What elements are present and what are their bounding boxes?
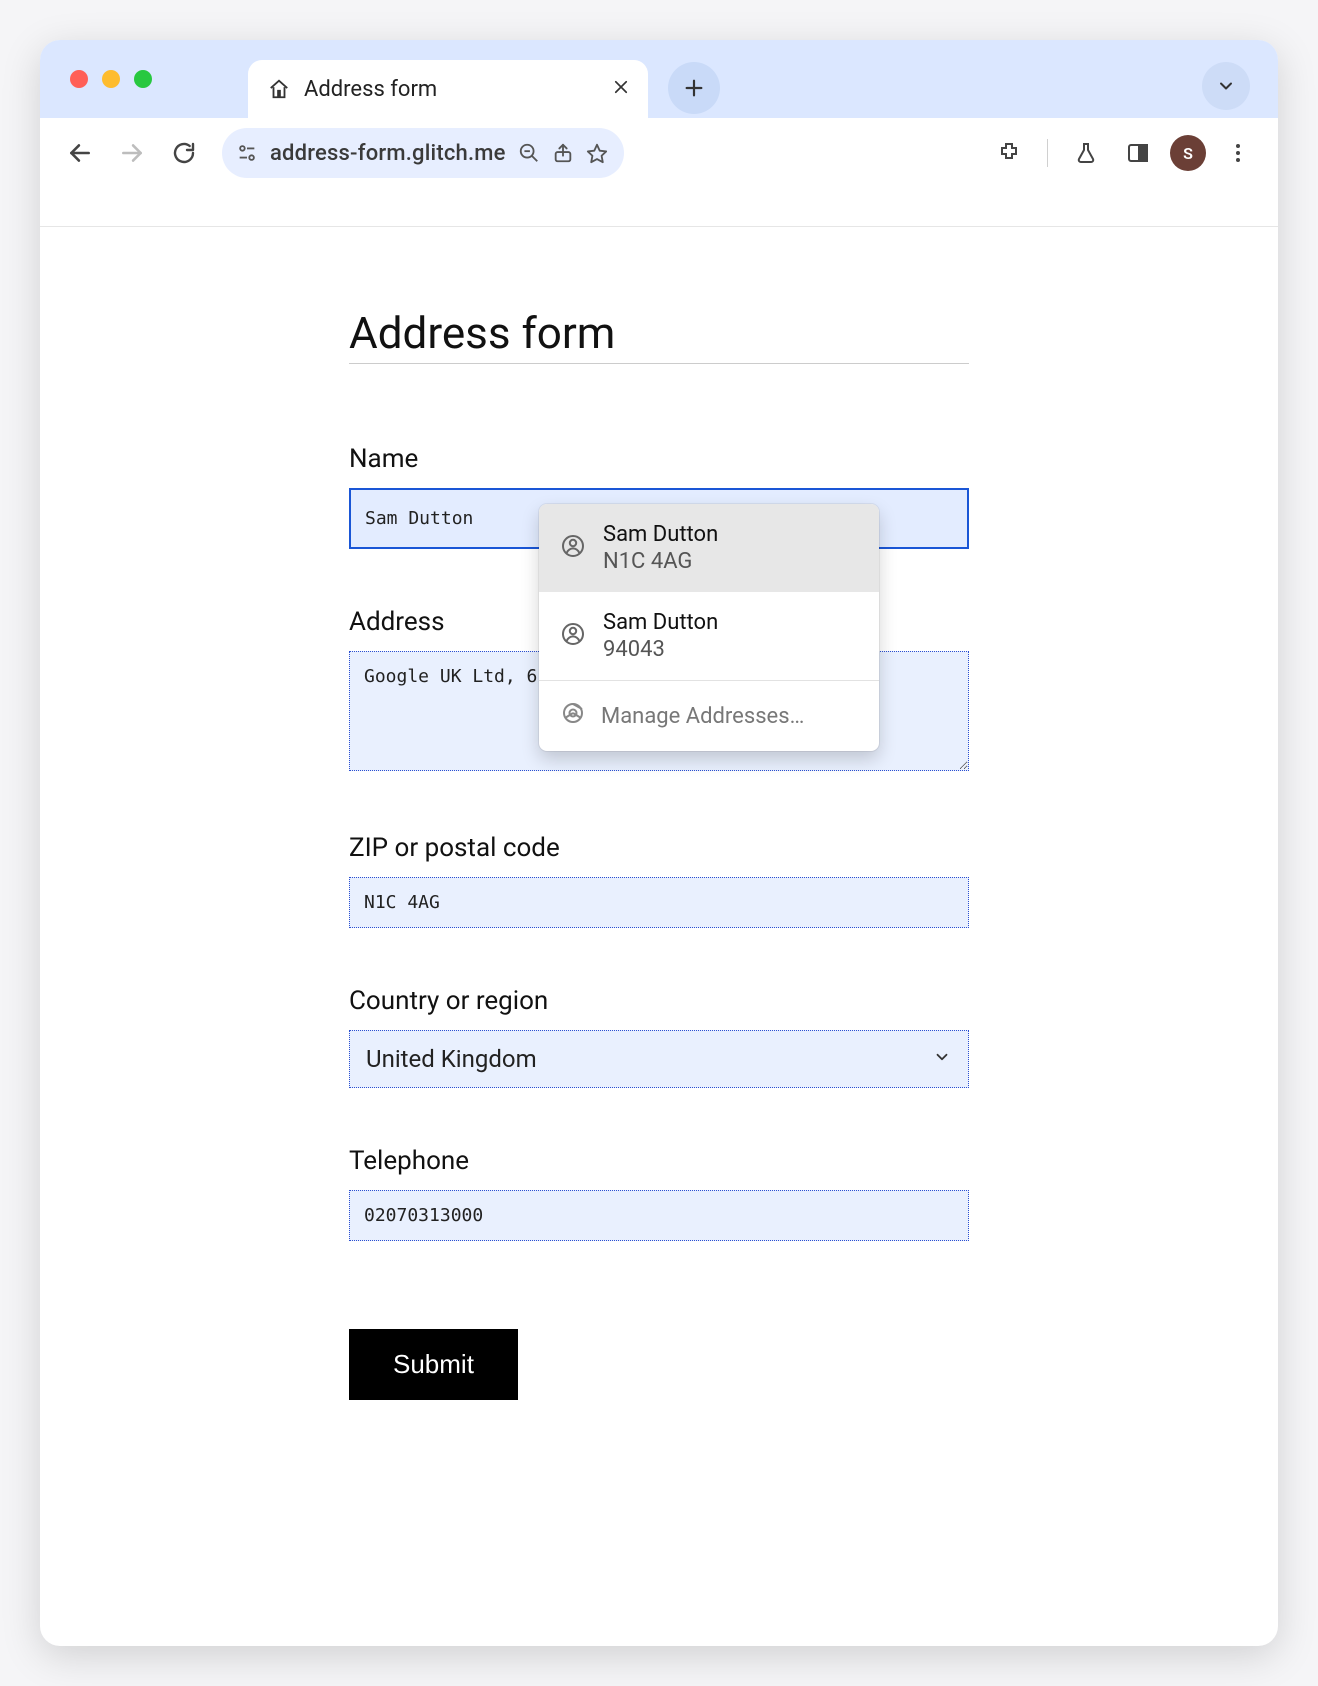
field-telephone: Telephone [349, 1146, 969, 1241]
person-icon [561, 622, 585, 650]
autofill-suggestion-sub: 94043 [603, 637, 718, 662]
browser-tab[interactable]: Address form [248, 60, 648, 118]
autofill-popup: Sam Dutton N1C 4AG Sam Dutton 94043 [539, 504, 879, 751]
reload-button[interactable] [164, 133, 204, 173]
minimize-window-button[interactable] [102, 70, 120, 88]
label-name: Name [349, 444, 969, 474]
input-postal[interactable] [349, 877, 969, 928]
select-country[interactable]: United Kingdom [349, 1030, 969, 1088]
bookmark-star-icon[interactable] [586, 142, 608, 164]
labs-icon[interactable] [1066, 133, 1106, 173]
toolbar-divider [1047, 139, 1048, 167]
avatar-initial: S [1183, 144, 1193, 163]
window-controls [70, 70, 152, 88]
tab-favicon-icon [268, 78, 290, 100]
back-button[interactable] [60, 133, 100, 173]
submit-button[interactable]: Submit [349, 1329, 518, 1400]
chrome-icon [561, 701, 585, 731]
browser-window: Address form address-form.glitch.me [40, 40, 1278, 1646]
field-name: Name Sam Dutton N1C 4AG [349, 444, 969, 549]
close-window-button[interactable] [70, 70, 88, 88]
maximize-window-button[interactable] [134, 70, 152, 88]
profile-avatar[interactable]: S [1170, 135, 1206, 171]
label-telephone: Telephone [349, 1146, 969, 1176]
autofill-suggestion-name: Sam Dutton [603, 522, 718, 547]
zoom-icon[interactable] [518, 142, 540, 164]
field-postal: ZIP or postal code [349, 833, 969, 928]
site-settings-icon[interactable] [236, 142, 258, 164]
label-postal: ZIP or postal code [349, 833, 969, 863]
autofill-suggestion-1[interactable]: Sam Dutton 94043 [539, 592, 879, 680]
page-content: Address form Name Sam Dutton N1C 4AG [40, 227, 1278, 1460]
autofill-suggestion-0[interactable]: Sam Dutton N1C 4AG [539, 504, 879, 592]
new-tab-button[interactable] [668, 62, 720, 114]
input-telephone[interactable] [349, 1190, 969, 1241]
tab-title: Address form [304, 77, 437, 102]
kebab-menu-icon[interactable] [1218, 133, 1258, 173]
page-title: Address form [349, 307, 969, 364]
person-icon [561, 534, 585, 562]
autofill-suggestion-name: Sam Dutton [603, 610, 718, 635]
autofill-suggestion-sub: N1C 4AG [603, 549, 718, 574]
toolbar: address-form.glitch.me S [40, 118, 1278, 188]
autofill-manage-label: Manage Addresses… [601, 704, 804, 729]
autofill-manage-link[interactable]: Manage Addresses… [539, 681, 879, 751]
extensions-icon[interactable] [989, 133, 1029, 173]
label-country: Country or region [349, 986, 969, 1016]
url-text: address-form.glitch.me [270, 141, 506, 166]
titlebar: Address form [40, 40, 1278, 118]
tabs-menu-button[interactable] [1202, 62, 1250, 110]
address-bar[interactable]: address-form.glitch.me [222, 128, 624, 178]
field-country: Country or region United Kingdom [349, 986, 969, 1088]
tab-close-icon[interactable] [612, 77, 630, 102]
side-panel-icon[interactable] [1118, 133, 1158, 173]
forward-button[interactable] [112, 133, 152, 173]
share-icon[interactable] [552, 142, 574, 164]
